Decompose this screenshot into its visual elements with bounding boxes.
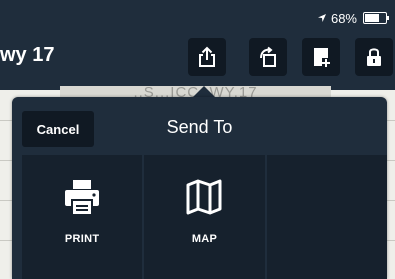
add-page-icon bbox=[314, 48, 330, 67]
lock-button[interactable] bbox=[355, 38, 393, 76]
add-page-button[interactable] bbox=[302, 38, 340, 76]
battery-icon bbox=[363, 12, 389, 24]
location-arrow-icon bbox=[317, 14, 326, 22]
send-options: PRINT MAP bbox=[22, 155, 387, 279]
share-button[interactable] bbox=[188, 38, 226, 76]
printer-icon bbox=[65, 180, 100, 216]
rotate-icon bbox=[260, 46, 276, 67]
send-to-popover: Cancel Send To PRINT MAP bbox=[12, 97, 387, 279]
empty-option-slot bbox=[266, 155, 387, 279]
rotate-button[interactable] bbox=[249, 38, 287, 76]
status-bar: 68% bbox=[317, 10, 389, 26]
print-label: PRINT bbox=[64, 233, 100, 245]
document-title: wy 17 bbox=[0, 44, 55, 66]
map-option[interactable]: MAP bbox=[144, 155, 265, 279]
map-label: MAP bbox=[191, 233, 218, 245]
share-icon bbox=[199, 46, 215, 67]
top-toolbar: 68% wy 17 bbox=[0, 0, 395, 90]
print-option[interactable]: PRINT bbox=[22, 155, 143, 279]
popover-title: Send To bbox=[166, 117, 233, 137]
map-icon bbox=[186, 179, 222, 215]
lock-icon bbox=[367, 48, 381, 66]
battery-percentage: 68% bbox=[330, 10, 357, 26]
